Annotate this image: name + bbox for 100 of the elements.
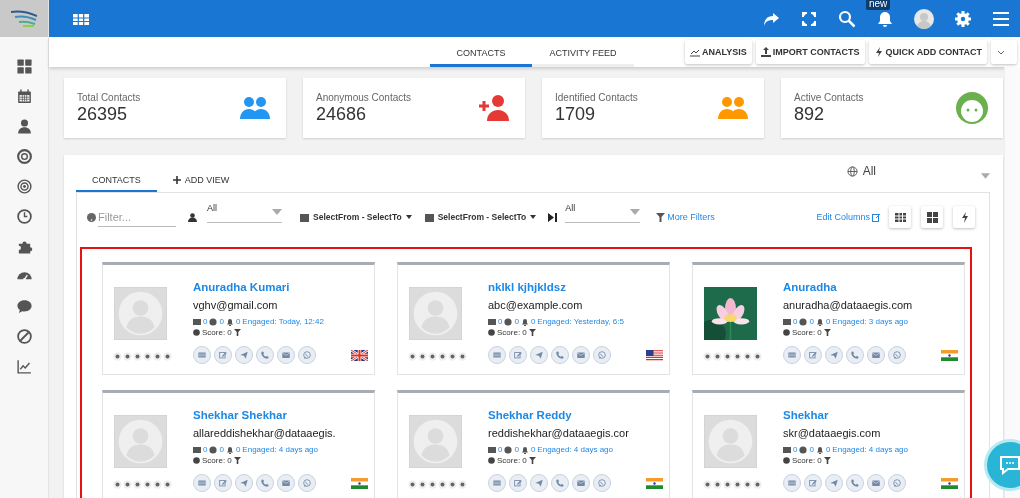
whatsapp-icon [302,478,312,488]
contact-card[interactable]: Anuradha Kumari vghv@gmail.com 0 0 0 Engaged: Today, 12:42 Score: 0 [102,262,375,375]
quick-action-button[interactable] [953,206,975,228]
stat-value: 26395 [77,103,128,125]
send-icon [829,350,839,360]
view-tab[interactable]: CONTACTS [76,169,157,192]
send-icon [829,478,839,488]
date-range-select[interactable]: SelectFrom - SelectTo [313,212,402,222]
contact-name[interactable]: nklkl kjhjkldsz [488,281,663,293]
lifebuoy-icon[interactable] [15,148,33,165]
edit-button[interactable] [804,346,822,364]
phone-icon [260,350,270,360]
edit-button[interactable] [214,474,232,492]
settings-icon[interactable] [954,9,972,28]
contact-card[interactable]: Anuradha anuradha@dataaegis.com 0 0 0 Engaged: 3 days ago Score: 0 [692,262,965,375]
mail-button[interactable] [572,474,590,492]
send-button[interactable] [235,346,253,364]
tab[interactable]: ACTIVITY FEED [532,37,634,67]
engaged-time: Engaged: Yesterday, 6:5 [537,317,624,326]
send-button[interactable] [825,474,843,492]
edit-button[interactable] [804,474,822,492]
chat-icon[interactable] [15,298,33,315]
send-button[interactable] [235,474,253,492]
filter-field[interactable]: Filter... [98,207,176,227]
phone-button[interactable] [846,346,864,364]
contact-name[interactable]: Anuradha Kumari [193,281,368,293]
contact-email: reddishekhar@dataaegis.cor [488,427,630,439]
scope-select[interactable]: All [862,164,876,178]
clock-icon[interactable] [15,208,33,225]
id-card-button[interactable] [488,346,506,364]
send-icon [534,350,544,360]
phone-button[interactable] [551,346,569,364]
edit-icon [872,212,881,222]
contact-card[interactable]: Shekhar skr@dataaegis.com 0 0 0 Engaged: 4 days ago Score: 0 [692,390,965,498]
more-filters-link[interactable]: More Filters [656,212,715,222]
id-card-button[interactable] [783,346,801,364]
phone-button[interactable] [846,474,864,492]
logo-icon[interactable] [11,9,37,28]
bell-icon[interactable] [876,9,894,28]
dot-icon [783,457,790,464]
id-card-button[interactable] [193,474,211,492]
dashboard-icon[interactable] [15,58,33,75]
tab[interactable]: CONTACTS [430,37,532,67]
edit-columns-link[interactable]: Edit Columns [816,212,881,222]
contact-card[interactable]: Shekhar Shekhar allareddishekhar@dataaegis. 0 0 0 Engaged: 4 days ago Score: 0 [102,390,375,498]
whatsapp-icon [892,350,902,360]
mail-button[interactable] [867,474,885,492]
mail-icon [871,478,881,488]
edit-button[interactable] [214,346,232,364]
score-text: Score: 0 [202,328,232,337]
mail-button[interactable] [277,474,295,492]
view-tab[interactable]: ADD VIEW [156,169,246,192]
stat-value: 1709 [555,103,596,125]
lightning-icon [873,47,884,57]
bell-icon [225,317,234,326]
dropdown-caret-icon [272,208,282,215]
score-text: Score: 0 [792,328,822,337]
action-button[interactable]: IMPORT CONTACTS [755,40,865,64]
contact-name[interactable]: Shekhar Reddy [488,409,663,421]
send-button[interactable] [530,346,548,364]
mail-button[interactable] [277,346,295,364]
contact-name[interactable]: Anuradha [783,281,958,293]
avatar-placeholder-icon [704,415,757,468]
phone-button[interactable] [256,474,274,492]
date-range-select[interactable]: SelectFrom - SelectTo [437,212,527,222]
india-flag-icon [941,349,958,361]
mail-button[interactable] [867,346,885,364]
line-chart-icon[interactable] [15,358,33,375]
stage-select[interactable]: All [565,201,641,223]
contact-name[interactable]: Shekhar [783,409,958,421]
phone-button[interactable] [256,346,274,364]
person-icon[interactable] [15,118,33,135]
user-avatar-icon[interactable] [914,8,934,29]
menu-icon[interactable] [992,9,1010,28]
fullscreen-icon[interactable] [800,9,818,28]
mail-button[interactable] [572,346,590,364]
contact-name[interactable]: Shekhar Shekhar [193,409,368,421]
id-card-button[interactable] [488,474,506,492]
dot-icon [488,329,495,336]
calendar-icon[interactable] [15,88,33,105]
table-view-button[interactable] [889,206,911,228]
search-icon[interactable] [838,9,856,28]
dot-icon [193,329,200,336]
phone-icon [555,350,565,360]
bell-icon [815,445,824,454]
edit-button[interactable] [509,346,527,364]
id-card-button[interactable] [193,346,211,364]
contact-card[interactable]: nklkl kjhjkldsz abc@example.com 0 0 0 Engaged: Yesterday, 6:5 Score: 0 [397,262,670,375]
contact-card[interactable]: Shekhar Reddy reddishekhar@dataaegis.cor 0 0 0 Engaged: 4 days ago Score: 0 [397,390,670,498]
phone-button[interactable] [551,474,569,492]
owner-select[interactable]: All [207,201,282,223]
target-icon[interactable] [15,178,33,195]
grid-view-button[interactable] [921,206,943,228]
action-button[interactable]: ANALYSIS [685,40,752,64]
id-card-button[interactable] [783,474,801,492]
edit-button[interactable] [509,474,527,492]
send-button[interactable] [825,346,843,364]
send-button[interactable] [530,474,548,492]
action-button[interactable]: QUICK ADD CONTACT [868,40,987,64]
ban-icon[interactable] [15,328,33,345]
